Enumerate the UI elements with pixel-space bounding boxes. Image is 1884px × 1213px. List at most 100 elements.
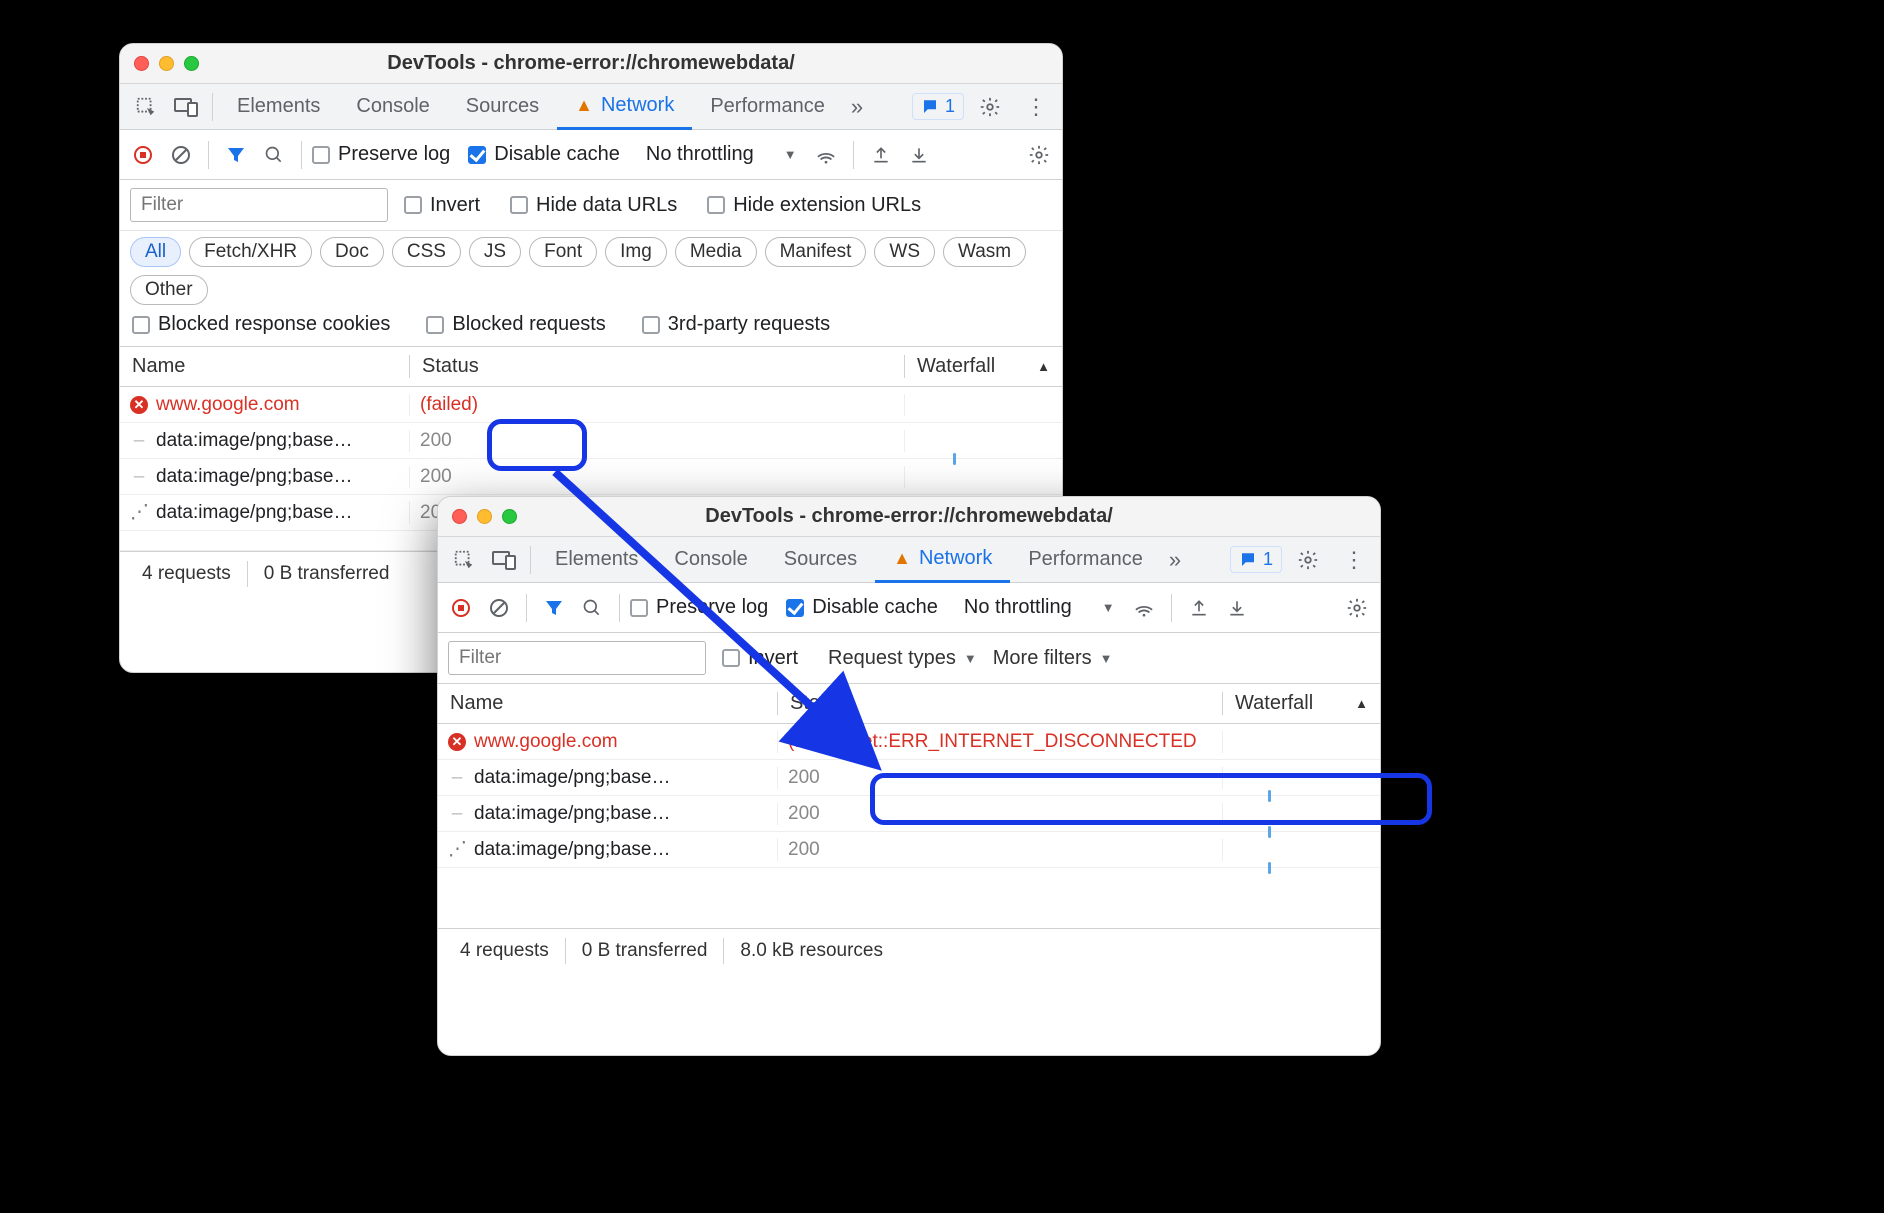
settings-icon[interactable]	[970, 87, 1010, 127]
export-har-icon[interactable]	[864, 135, 898, 175]
request-status: (failed)	[420, 394, 478, 416]
inspect-element-icon[interactable]	[126, 87, 166, 127]
filter-toggle-icon[interactable]	[219, 135, 253, 175]
type-pill-doc[interactable]: Doc	[320, 237, 384, 267]
type-pill-ws[interactable]: WS	[874, 237, 935, 267]
clear-button[interactable]	[482, 588, 516, 628]
type-pill-other[interactable]: Other	[130, 275, 208, 305]
network-settings-icon[interactable]	[1340, 588, 1374, 628]
checkbox-label: Blocked response cookies	[158, 313, 390, 336]
filter-row: Invert Hide data URLs Hide extension URL…	[120, 180, 1062, 231]
tab-console[interactable]: Console	[656, 537, 765, 583]
request-status: (failed) net::ERR_INTERNET_DISCONNECTED	[788, 731, 1197, 753]
hide-data-urls-checkbox[interactable]: Hide data URLs	[510, 194, 691, 217]
type-pill-wasm[interactable]: Wasm	[943, 237, 1026, 267]
table-row[interactable]: – data:image/png;base… 200	[438, 760, 1380, 796]
col-label: Name	[132, 355, 185, 378]
status-bar: 4 requests 0 B transferred 8.0 kB resour…	[438, 928, 1380, 972]
more-tabs-button[interactable]: »	[843, 94, 871, 120]
more-tabs-button[interactable]: »	[1161, 547, 1189, 573]
col-name[interactable]: Name	[438, 692, 778, 715]
preserve-log-checkbox[interactable]: Preserve log	[630, 596, 782, 619]
tab-elements[interactable]: Elements	[537, 537, 656, 583]
col-status[interactable]: Status	[410, 355, 905, 378]
hide-extension-urls-checkbox[interactable]: Hide extension URLs	[707, 194, 935, 217]
third-party-requests-checkbox[interactable]: 3rd-party requests	[642, 313, 844, 336]
issues-badge[interactable]: 1	[912, 93, 964, 120]
tab-elements[interactable]: Elements	[219, 84, 338, 130]
record-button[interactable]	[126, 135, 160, 175]
col-waterfall[interactable]: Waterfall▲	[1223, 692, 1380, 715]
type-pill-fetchxhr[interactable]: Fetch/XHR	[189, 237, 312, 267]
network-conditions-icon[interactable]	[809, 135, 843, 175]
col-name[interactable]: Name	[120, 355, 410, 378]
more-filters-dropdown[interactable]: More filters▼	[993, 647, 1113, 670]
blocked-requests-checkbox[interactable]: Blocked requests	[426, 313, 619, 336]
tab-sources[interactable]: Sources	[448, 84, 557, 130]
tab-sources[interactable]: Sources	[766, 537, 875, 583]
settings-icon[interactable]	[1288, 540, 1328, 580]
tab-performance[interactable]: Performance	[1010, 537, 1161, 583]
type-pill-all[interactable]: All	[130, 237, 181, 267]
tab-network[interactable]: ▲ Network	[557, 84, 692, 130]
blocked-response-cookies-checkbox[interactable]: Blocked response cookies	[132, 313, 404, 336]
table-row[interactable]: – data:image/png;base… 200	[438, 796, 1380, 832]
filter-input[interactable]	[130, 188, 388, 222]
checkbox-icon	[132, 316, 150, 334]
import-har-icon[interactable]	[1220, 588, 1254, 628]
close-window-button[interactable]	[134, 56, 149, 71]
type-pill-manifest[interactable]: Manifest	[765, 237, 867, 267]
request-name: data:image/png;base…	[156, 502, 352, 524]
clear-button[interactable]	[164, 135, 198, 175]
animated-icon: ⋰	[448, 838, 466, 861]
type-pill-css[interactable]: CSS	[392, 237, 461, 267]
request-name: www.google.com	[474, 731, 618, 753]
network-toolbar: Preserve log Disable cache No throttling…	[120, 130, 1062, 180]
tab-network[interactable]: ▲ Network	[875, 537, 1010, 583]
search-icon[interactable]	[257, 135, 291, 175]
type-pill-font[interactable]: Font	[529, 237, 597, 267]
tab-label: Console	[674, 548, 747, 571]
minimize-window-button[interactable]	[159, 56, 174, 71]
tab-performance[interactable]: Performance	[692, 84, 843, 130]
device-toolbar-icon[interactable]	[484, 540, 524, 580]
dash-icon: –	[130, 430, 148, 452]
zoom-window-button[interactable]	[184, 56, 199, 71]
col-waterfall[interactable]: Waterfall▲	[905, 355, 1062, 378]
record-button[interactable]	[444, 588, 478, 628]
kebab-menu-icon[interactable]: ⋮	[1016, 87, 1056, 127]
export-har-icon[interactable]	[1182, 588, 1216, 628]
throttling-select[interactable]: No throttling ▼	[638, 143, 805, 166]
table-row[interactable]: – data:image/png;base… 200	[120, 459, 1062, 495]
network-conditions-icon[interactable]	[1127, 588, 1161, 628]
filter-toggle-icon[interactable]	[537, 588, 571, 628]
network-settings-icon[interactable]	[1022, 135, 1056, 175]
chevron-down-icon: ▼	[1102, 600, 1115, 615]
disable-cache-checkbox[interactable]: Disable cache	[786, 596, 952, 619]
table-row[interactable]: ✕ www.google.com (failed) net::ERR_INTER…	[438, 724, 1380, 760]
filter-input[interactable]	[448, 641, 706, 675]
tab-console[interactable]: Console	[338, 84, 447, 130]
zoom-window-button[interactable]	[502, 509, 517, 524]
type-pill-media[interactable]: Media	[675, 237, 757, 267]
minimize-window-button[interactable]	[477, 509, 492, 524]
search-icon[interactable]	[575, 588, 609, 628]
table-row[interactable]: – data:image/png;base… 200	[120, 423, 1062, 459]
type-pill-js[interactable]: JS	[469, 237, 521, 267]
invert-checkbox[interactable]: Invert	[404, 194, 494, 217]
throttling-select[interactable]: No throttling ▼	[956, 596, 1123, 619]
disable-cache-checkbox[interactable]: Disable cache	[468, 143, 634, 166]
close-window-button[interactable]	[452, 509, 467, 524]
table-row[interactable]: ✕ www.google.com (failed)	[120, 387, 1062, 423]
inspect-element-icon[interactable]	[444, 540, 484, 580]
invert-checkbox[interactable]: Invert	[722, 647, 812, 670]
request-types-dropdown[interactable]: Request types▼	[828, 647, 977, 670]
table-row[interactable]: ⋰ data:image/png;base… 200	[438, 832, 1380, 868]
preserve-log-checkbox[interactable]: Preserve log	[312, 143, 464, 166]
type-pill-img[interactable]: Img	[605, 237, 667, 267]
col-status[interactable]: Status	[778, 692, 1223, 715]
device-toolbar-icon[interactable]	[166, 87, 206, 127]
issues-badge[interactable]: 1	[1230, 546, 1282, 573]
import-har-icon[interactable]	[902, 135, 936, 175]
kebab-menu-icon[interactable]: ⋮	[1334, 540, 1374, 580]
